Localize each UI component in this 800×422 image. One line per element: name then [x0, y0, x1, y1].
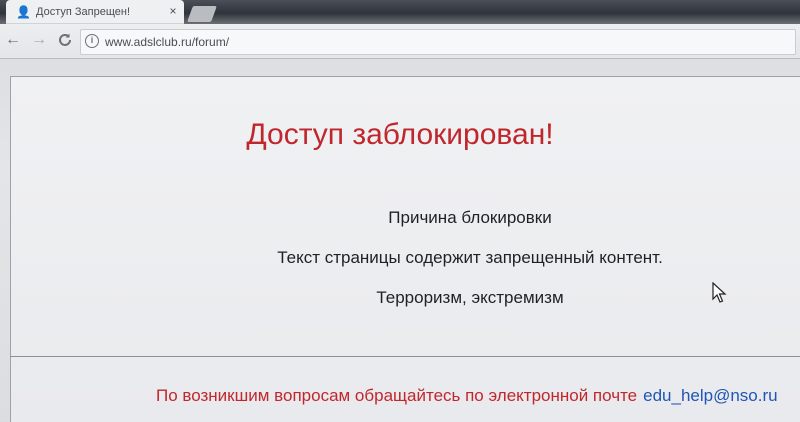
footer-contact: По возникшим вопросам обращайтесь по эле… — [156, 386, 778, 406]
browser-toolbar: ← → i www.adslclub.ru/forum/ — [0, 24, 800, 59]
forward-button[interactable]: → — [28, 29, 50, 51]
page-title: Доступ заблокирован! — [246, 118, 554, 151]
info-icon[interactable]: i — [85, 34, 99, 48]
block-category: Терроризм, экстремизм — [376, 288, 564, 307]
tab-strip: 👤 Доступ Запрещен! × — [0, 0, 800, 24]
close-tab-icon[interactable]: × — [166, 4, 180, 18]
reload-button[interactable] — [54, 29, 76, 51]
address-bar[interactable]: i www.adslclub.ru/forum/ — [80, 29, 796, 55]
url-text[interactable]: www.adslclub.ru/forum/ — [105, 34, 229, 50]
browser-tab[interactable]: 👤 Доступ Запрещен! × — [6, 0, 184, 24]
back-button[interactable]: ← — [2, 29, 24, 51]
mouse-cursor-icon — [712, 282, 727, 303]
block-reason-text: Текст страницы содержит запрещенный конт… — [277, 248, 663, 267]
footer-email-link[interactable]: edu_help@nso.ru — [643, 386, 777, 405]
new-tab-button[interactable] — [187, 6, 217, 22]
footer-text: По возникшим вопросам обращайтесь по эле… — [156, 386, 638, 405]
reload-icon — [59, 33, 71, 46]
tab-title: Доступ Запрещен! — [36, 6, 130, 18]
block-reason-label: Причина блокировки — [388, 208, 552, 227]
person-icon: 👤 — [16, 5, 31, 19]
divider — [10, 356, 800, 357]
